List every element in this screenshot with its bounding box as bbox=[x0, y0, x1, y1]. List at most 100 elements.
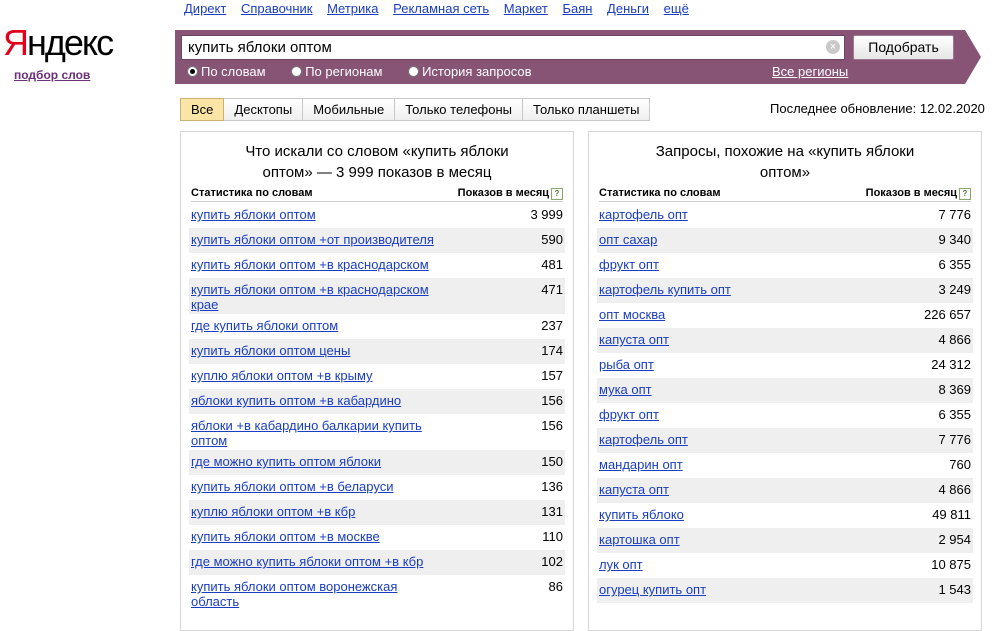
yandex-logo[interactable]: Яндекс bbox=[3, 22, 114, 64]
table-row: купить яблоки оптом +в москве 110 bbox=[189, 525, 565, 550]
help-icon[interactable]: ? bbox=[959, 188, 971, 200]
query-link[interactable]: яблоки купить оптом +в кабардино bbox=[191, 393, 441, 408]
query-list: картофель опт 7 776 опт сахар 9 340 фрукт оп… bbox=[597, 203, 973, 603]
panel-bottom bbox=[589, 622, 981, 630]
table-row: опт москва 226 657 bbox=[597, 303, 973, 328]
nav-link-directory[interactable]: Справочник bbox=[241, 1, 313, 16]
tab-mobile[interactable]: Мобильные bbox=[303, 98, 396, 121]
impressions-count: 3 999 bbox=[530, 207, 563, 222]
impressions-count: 10 875 bbox=[931, 557, 971, 572]
query-link[interactable]: лук опт bbox=[599, 557, 849, 572]
query-link[interactable]: картофель опт bbox=[599, 207, 849, 222]
radio-by-words[interactable]: По словам bbox=[187, 64, 266, 79]
query-link[interactable]: купить яблоки оптом цены bbox=[191, 343, 441, 358]
impressions-count: 760 bbox=[949, 457, 971, 472]
query-link[interactable]: фрукт опт bbox=[599, 407, 849, 422]
last-updated: Последнее обновление: 12.02.2020 bbox=[770, 101, 985, 116]
query-link[interactable]: купить яблоко bbox=[599, 507, 849, 522]
query-link[interactable]: мандарин опт bbox=[599, 457, 849, 472]
nav-link-metrica[interactable]: Метрика bbox=[327, 1, 378, 16]
query-link[interactable]: купить яблоки оптом +в краснодарском bbox=[191, 257, 441, 272]
query-link[interactable]: рыба опт bbox=[599, 357, 849, 372]
submit-button[interactable]: Подобрать bbox=[853, 35, 954, 60]
query-link[interactable]: капуста опт bbox=[599, 482, 849, 497]
impressions-count: 131 bbox=[541, 504, 563, 519]
table-row: капуста опт 4 866 bbox=[597, 328, 973, 353]
table-row: огурец купить опт 1 543 bbox=[597, 578, 973, 603]
top-navigation: Директ Справочник Метрика Рекламная сеть… bbox=[184, 1, 700, 16]
table-row: опт сахар 9 340 bbox=[597, 228, 973, 253]
impressions-count: 86 bbox=[548, 579, 563, 594]
query-link[interactable]: опт москва bbox=[599, 307, 849, 322]
impressions-count: 150 bbox=[541, 454, 563, 469]
query-link[interactable]: огурец купить опт bbox=[599, 582, 849, 597]
query-link[interactable]: картошка опт bbox=[599, 532, 849, 547]
nav-link-more[interactable]: ещё bbox=[664, 1, 689, 16]
impressions-count: 7 776 bbox=[938, 432, 971, 447]
nav-link-money[interactable]: Деньги bbox=[607, 1, 649, 16]
impressions-count: 6 355 bbox=[938, 257, 971, 272]
impressions-count: 237 bbox=[541, 318, 563, 333]
tab-tablets-only[interactable]: Только планшеты bbox=[523, 98, 651, 121]
query-link[interactable]: мука опт bbox=[599, 382, 849, 397]
query-link[interactable]: купить яблоки оптом bbox=[191, 207, 441, 222]
impressions-count: 8 369 bbox=[938, 382, 971, 397]
search-input[interactable]: купить яблоки оптом bbox=[181, 35, 845, 60]
clear-icon[interactable]: × bbox=[826, 40, 840, 54]
table-row: где купить яблоки оптом 237 bbox=[189, 314, 565, 339]
table-row: купить яблоко 49 811 bbox=[597, 503, 973, 528]
table-row: фрукт опт 6 355 bbox=[597, 253, 973, 278]
impressions-count: 226 657 bbox=[924, 307, 971, 322]
nav-link-bayan[interactable]: Баян bbox=[562, 1, 592, 16]
impressions-count: 1 543 bbox=[938, 582, 971, 597]
logo-rest: ндекс bbox=[27, 22, 114, 63]
tab-all[interactable]: Все bbox=[180, 98, 225, 121]
query-link[interactable]: купить яблоки оптом +в беларуси bbox=[191, 479, 441, 494]
table-row: картофель опт 7 776 bbox=[597, 428, 973, 453]
panel-bottom bbox=[181, 622, 573, 630]
query-link[interactable]: купить яблоки оптом воронежская область bbox=[191, 579, 441, 609]
query-link[interactable]: картофель купить опт bbox=[599, 282, 849, 297]
nav-link-direct[interactable]: Директ bbox=[184, 1, 226, 16]
table-row: лук опт 10 875 bbox=[597, 553, 973, 578]
tab-phones-only[interactable]: Только телефоны bbox=[395, 98, 524, 121]
logo-first-letter: Я bbox=[3, 22, 29, 63]
table-row: купить яблоки оптом 3 999 bbox=[189, 203, 565, 228]
query-link[interactable]: купить яблоки оптом +в краснодарском кра… bbox=[191, 282, 441, 312]
query-link[interactable]: купить яблоки оптом +от производителя bbox=[191, 232, 441, 247]
help-icon[interactable]: ? bbox=[551, 188, 563, 200]
query-link[interactable]: куплю яблоки оптом +в крыму bbox=[191, 368, 441, 383]
table-header: Статистика по словам Показов в месяц? bbox=[599, 185, 971, 202]
table-row: рыба опт 24 312 bbox=[597, 353, 973, 378]
tab-desktops[interactable]: Десктопы bbox=[224, 98, 304, 121]
table-row: купить яблоки оптом +от производителя 590 bbox=[189, 228, 565, 253]
query-link[interactable]: купить яблоки оптом +в москве bbox=[191, 529, 441, 544]
query-link[interactable]: опт сахар bbox=[599, 232, 849, 247]
query-link[interactable]: картофель опт bbox=[599, 432, 849, 447]
table-row: куплю яблоки оптом +в крыму 157 bbox=[189, 364, 565, 389]
query-link[interactable]: где можно купить яблоки оптом +в кбр bbox=[191, 554, 441, 569]
query-link[interactable]: капуста опт bbox=[599, 332, 849, 347]
radio-by-regions[interactable]: По регионам bbox=[291, 64, 382, 79]
impressions-count: 7 776 bbox=[938, 207, 971, 222]
impressions-count: 102 bbox=[541, 554, 563, 569]
query-link[interactable]: куплю яблоки оптом +в кбр bbox=[191, 504, 441, 519]
impressions-count: 136 bbox=[541, 479, 563, 494]
table-row: купить яблоки оптом цены 174 bbox=[189, 339, 565, 364]
service-name-link[interactable]: подбор слов bbox=[14, 68, 90, 82]
nav-link-market[interactable]: Маркет bbox=[504, 1, 548, 16]
impressions-count: 4 866 bbox=[938, 482, 971, 497]
table-row: мандарин опт 760 bbox=[597, 453, 973, 478]
all-regions-link[interactable]: Все регионы bbox=[772, 64, 848, 79]
impressions-count: 110 bbox=[542, 529, 563, 544]
query-link[interactable]: где можно купить оптом яблоки bbox=[191, 454, 441, 469]
search-mode-radios: По словам По регионам История запросов bbox=[187, 64, 554, 79]
table-header: Статистика по словам Показов в месяц? bbox=[191, 185, 563, 202]
radio-query-history[interactable]: История запросов bbox=[408, 64, 532, 79]
query-link[interactable]: фрукт опт bbox=[599, 257, 849, 272]
query-link[interactable]: где купить яблоки оптом bbox=[191, 318, 441, 333]
nav-link-ad-network[interactable]: Рекламная сеть bbox=[393, 1, 489, 16]
similar-queries-panel: Запросы, похожие на «купить яблоки оптом… bbox=[588, 131, 982, 631]
query-link[interactable]: яблоки +в кабардино балкарии купить опто… bbox=[191, 418, 441, 448]
impressions-count: 3 249 bbox=[938, 282, 971, 297]
